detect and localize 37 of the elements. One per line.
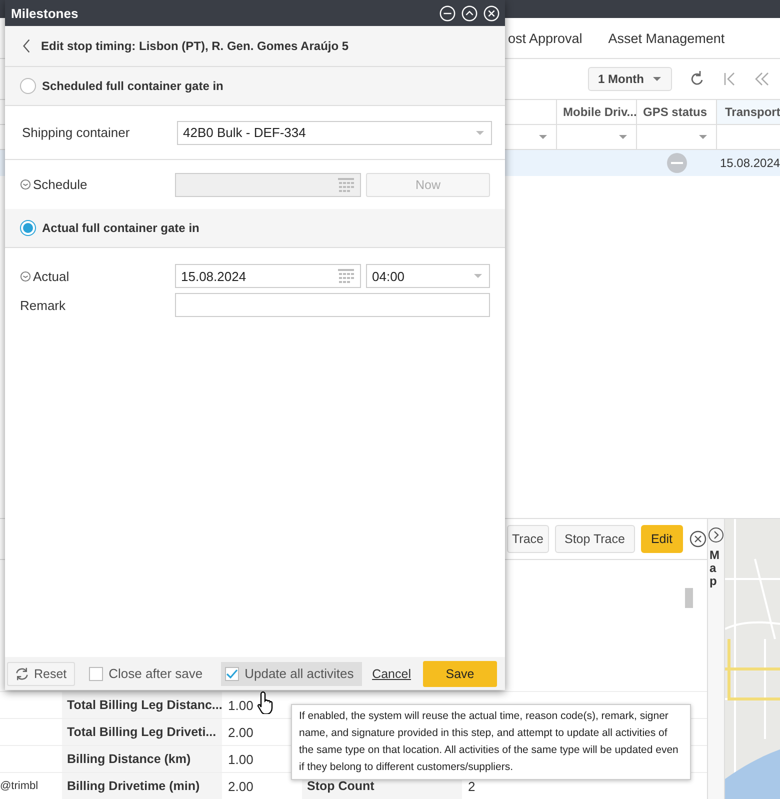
field-value: 2 [468,778,476,794]
toolbar-button[interactable]: Edit [640,525,682,553]
window-title: Milestones [11,6,80,20]
field-label: Shipping container [21,125,131,140]
tooltip: If enabled, the system will reuse the actual time, reason code(s), remark, signer name, and signature provided in this step, and attempt to update all activities of the same type on that location. All activities of the same type will be updated even if they belong to different customers/suppliers. [291,704,691,780]
save-button[interactable]: Save [423,660,497,686]
toolbar-button[interactable]: Stop Trace [554,525,635,553]
table-cell-text: 15.08.2024 [719,155,780,172]
reset-button[interactable]: Reset [7,662,75,686]
toolbar-button[interactable]: Trace [507,525,548,553]
field-value: 2.00 [228,778,254,794]
dialog-heading: Edit stop timing: Lisbon (PT), R. Gen. Gomes Araújo 5 [41,39,349,53]
radio-label: Actual full container gate in [42,221,200,235]
field-label: Total Billing Leg Distanc... [62,692,222,718]
nav-tab[interactable]: Asset Management [608,30,725,46]
field-label: Billing Drivetime (min) [62,773,222,799]
field-value: 1.00 [228,752,254,766]
field-label: Schedule [33,177,88,192]
field-value: 1.00 [228,698,254,712]
field-label: Actual [33,268,70,284]
nav-tab[interactable]: ost Approval [508,30,582,46]
checkbox-option[interactable]: Update all activites [220,662,362,686]
field-value: 2.00 [228,724,254,740]
checkbox-option[interactable]: Close after save [84,662,211,686]
period-dropdown[interactable]: 1 Month [588,67,672,91]
column-header[interactable]: Transport [717,100,780,124]
date-field[interactable]: 15.08.2024 [175,264,361,288]
field-label: Total Billing Leg Driveti... [62,719,222,745]
time-dropdown[interactable]: 04:00 [366,264,490,288]
container-dropdown[interactable]: 42B0 Bulk - DEF-334 [177,120,492,144]
cancel-link[interactable]: Cancel [372,666,411,680]
column-header[interactable]: Mobile Driv... [557,100,637,124]
field-label: Billing Distance (km) [62,746,222,772]
email-text: @trimbl [0,780,38,792]
map-tab[interactable]: Map [708,519,724,799]
radio-label: Scheduled full container gate in [42,79,224,93]
field-label: Remark [20,298,67,312]
